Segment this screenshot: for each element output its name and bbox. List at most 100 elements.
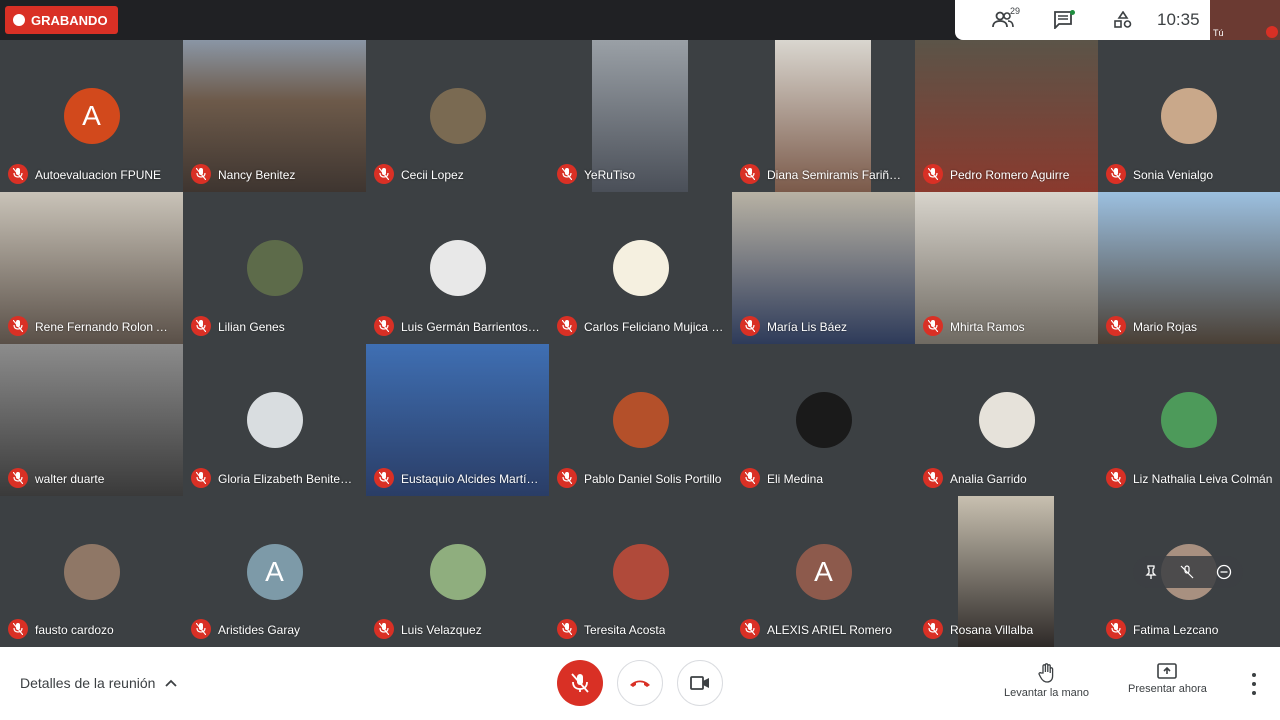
avatar [612,392,669,448]
participant-name: Autoevaluacion FPUNE [35,168,162,182]
mic-off-icon [191,164,211,184]
mic-off-icon [191,468,211,488]
participant-tile[interactable]: walter duarte [0,344,183,496]
participant-tile[interactable]: A Autoevaluacion FPUNE [0,40,183,192]
participant-name: Rene Fernando Rolon Al... [35,320,175,334]
mic-off-icon [740,316,760,336]
participant-tile[interactable]: Analia Garrido [915,344,1098,496]
raise-hand-button[interactable]: Levantar la mano [1004,663,1089,699]
participant-tile[interactable]: YeRuTiso [549,40,732,192]
participant-grid: A Autoevaluacion FPUNE Nancy Benitez Cec… [0,40,1280,647]
mic-off-icon [557,619,577,639]
participant-name: Gloria Elizabeth Benitez ... [218,472,358,486]
participant-name: Luis Germán Barrientos ... [401,320,541,334]
participant-tile[interactable]: Sonia Venialgo [1098,40,1280,192]
mic-off-icon [1106,316,1126,336]
more-vert-icon-dot [1252,691,1256,695]
avatar [246,392,303,448]
participant-tile[interactable]: Mario Rojas [1098,192,1280,344]
chat-button[interactable] [1033,0,1093,40]
avatar [429,240,486,296]
participant-name: Pablo Daniel Solis Portillo [584,472,722,486]
participant-tile[interactable]: Liz Nathalia Leiva Colmán [1098,344,1280,496]
participant-name: Analia Garrido [950,472,1027,486]
more-options-button[interactable] [1246,673,1262,695]
mic-off-icon [1106,164,1126,184]
mic-off-icon [557,468,577,488]
mic-off-icon [1266,26,1278,38]
participant-name: Aristides Garay [218,623,301,637]
meet-window: GRABANDO 29 10:35 Tú A Autoevaluacion FP… [0,0,1280,720]
participant-tile[interactable]: Nancy Benitez [183,40,366,192]
microphone-toggle-button[interactable] [557,660,603,706]
participant-tile[interactable]: Luis Velazquez [366,496,549,647]
participant-name: walter duarte [35,472,105,486]
avatar [246,240,303,296]
mic-off-icon [740,164,760,184]
participant-tile[interactable]: Diana Semiramis Fariña ... [732,40,915,192]
meeting-details-label: Detalles de la reunión [20,675,156,691]
self-label: Tú [1213,28,1224,38]
remove-icon[interactable] [1216,564,1232,580]
participant-tile[interactable]: A Aristides Garay [183,496,366,647]
recording-label: GRABANDO [31,12,108,28]
self-view-thumbnail[interactable]: Tú [1210,0,1280,40]
participant-name: YeRuTiso [584,168,636,182]
participant-name: Cecii Lopez [401,168,464,182]
participant-tile[interactable]: Carlos Feliciano Mujica R... [549,192,732,344]
participant-tile[interactable]: Teresita Acosta [549,496,732,647]
participant-tile[interactable]: Eli Medina [732,344,915,496]
camera-toggle-button[interactable] [677,660,723,706]
present-now-button[interactable]: Presentar ahora [1128,663,1207,695]
mic-off-icon [8,468,28,488]
mic-off-icon [923,468,943,488]
participant-name: Fatima Lezcano [1133,623,1219,637]
participant-tile[interactable]: fausto cardozo [0,496,183,647]
participant-tile[interactable]: Pablo Daniel Solis Portillo [549,344,732,496]
participants-button[interactable]: 29 [973,0,1033,40]
participant-tile[interactable]: Eustaquio Alcides Martín... [366,344,549,496]
participant-name: fausto cardozo [35,623,114,637]
more-vert-icon-dot [1252,682,1256,686]
participant-tile[interactable]: Rosana Villalba [915,496,1098,647]
raise-hand-label: Levantar la mano [1004,687,1089,699]
meeting-details-button[interactable]: Detalles de la reunión [20,675,178,691]
participant-tile[interactable]: A ALEXIS ARIEL Romero [732,496,915,647]
participant-name: Luis Velazquez [401,623,482,637]
recording-badge: GRABANDO [5,6,118,34]
leave-call-button[interactable] [617,660,663,706]
participant-name: Diana Semiramis Fariña ... [767,168,907,182]
avatar-initial: A [82,100,101,131]
participant-tile[interactable]: Gloria Elizabeth Benitez ... [183,344,366,496]
participant-tile[interactable]: María Lis Báez [732,192,915,344]
mic-off-icon [374,164,394,184]
mic-off-icon [374,468,394,488]
phone-hangup-icon [630,680,650,687]
chevron-up-icon [165,679,178,687]
avatar [63,544,120,600]
participant-tile[interactable]: Cecii Lopez [366,40,549,192]
mic-off-icon [740,468,760,488]
mic-off-icon [191,619,211,639]
participant-name: Teresita Acosta [584,623,666,637]
avatar [978,392,1035,448]
participant-name: Lilian Genes [218,320,285,334]
participant-tile[interactable]: Rene Fernando Rolon Al... [0,192,183,344]
avatar [612,544,669,600]
avatar [1161,88,1217,144]
pin-icon[interactable] [1144,565,1158,579]
bottom-bar: Detalles de la reunión Levantar la mano … [0,647,1280,720]
participant-name: Mario Rojas [1133,320,1198,334]
shapes-icon [1114,11,1132,28]
mic-off-icon[interactable] [1180,565,1194,579]
participant-tile[interactable]: Luis Germán Barrientos ... [366,192,549,344]
participant-name: María Lis Báez [767,320,848,334]
mic-off-icon [557,316,577,336]
avatar-initial: A [265,556,284,587]
participant-tile[interactable]: Pedro Romero Aguirre [915,40,1098,192]
participant-name: Carlos Feliciano Mujica R... [584,320,724,334]
participant-tile[interactable]: Lilian Genes [183,192,366,344]
activities-button[interactable] [1093,0,1153,40]
participant-tile[interactable]: Mhirta Ramos [915,192,1098,344]
participant-name: Rosana Villalba [950,623,1034,637]
